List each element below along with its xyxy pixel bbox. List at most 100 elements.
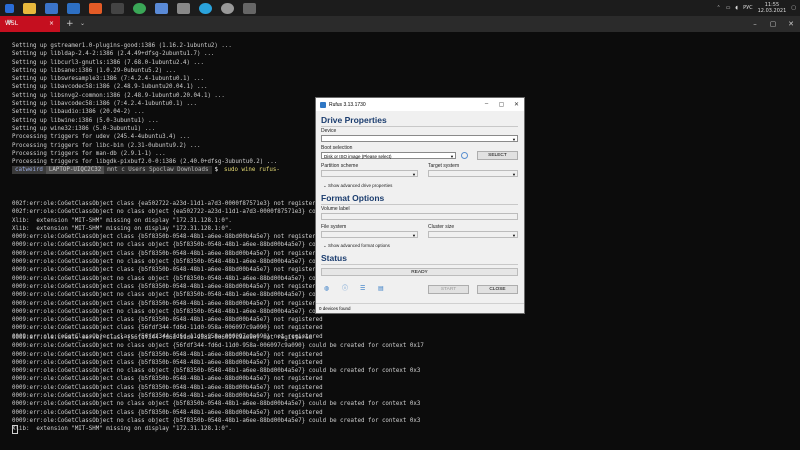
- chevron-down-icon: ▼: [450, 154, 454, 159]
- rufus-close-icon[interactable]: ✕: [509, 101, 524, 108]
- terminal-tab-bar: WSL × + ⌄ – ▢ ✕: [0, 16, 800, 32]
- status-heading: Status: [321, 253, 347, 263]
- tab-dropdown-icon[interactable]: ⌄: [80, 16, 85, 32]
- brave-browser-icon[interactable]: [89, 2, 102, 14]
- terminal-line: Setting up libldap-2.4-2:i386 (2.4.49+df…: [12, 51, 215, 58]
- cluster-size-label: Cluster size: [428, 224, 455, 230]
- photos-icon[interactable]: [155, 2, 168, 14]
- boot-selection-select[interactable]: Disk or ISO image (Please select) ▼: [321, 152, 456, 159]
- terminal-line: 0009:err:ole:CoGetClassObject no class o…: [12, 417, 421, 424]
- rufus-title: Rufus 3.13.1730: [329, 101, 366, 108]
- drive-properties-heading: Drive Properties: [321, 115, 387, 125]
- terminal-line: Setting up gstreamer1.0-plugins-good:i38…: [12, 43, 232, 49]
- store-icon[interactable]: [45, 2, 58, 14]
- shell-prompt: catweird LAPTOP-UIQC2C32 mnt c Users Spo…: [12, 166, 283, 174]
- rufus-window: Rufus 3.13.1730 – ▢ ✕ Drive Properties D…: [315, 97, 525, 314]
- volume-label-input[interactable]: [321, 213, 518, 220]
- network-icon[interactable]: ▭: [726, 5, 731, 11]
- settings-app-icon[interactable]: [177, 2, 190, 14]
- terminal-app-icon[interactable]: [111, 2, 124, 14]
- start-button[interactable]: START: [428, 285, 469, 294]
- prompt-path: mnt c Users Spoclaw Downloads: [104, 166, 212, 174]
- terminal-line: Setting up libsane:i386 (1.0.29-0ubuntu5…: [12, 67, 177, 74]
- terminal-line: 0009:err:ole:CoGetClassObject no class o…: [12, 401, 421, 408]
- status-bar: 0 devices found: [316, 303, 524, 313]
- prompt-symbol: $: [214, 167, 219, 173]
- rufus-maximize-icon[interactable]: ▢: [494, 101, 509, 108]
- active-app-icon[interactable]: [243, 2, 256, 14]
- chevron-down-icon: ▼: [412, 172, 416, 177]
- clock-date: 12.03.2021: [757, 8, 787, 14]
- cluster-size-select[interactable]: ▼: [428, 231, 518, 238]
- chevron-down-icon: ▼: [512, 137, 516, 142]
- terminal-line: 0009:err:ole:create_server class {56fdf3…: [12, 335, 313, 341]
- prompt-command: sudo wine rufus-: [224, 167, 280, 173]
- format-options-heading: Format Options: [321, 193, 385, 203]
- tray-chevron-icon[interactable]: ⌃: [716, 5, 720, 11]
- close-window-icon[interactable]: ✕: [782, 16, 800, 32]
- terminal-line: 0009:err:ole:CoGetClassObject class {b5f…: [12, 409, 323, 416]
- info-icon[interactable]: ⓘ: [342, 286, 349, 293]
- terminal-line: 0009:err:ole:CoGetClassObject class {b5f…: [12, 393, 323, 400]
- rufus-minimize-icon[interactable]: –: [479, 101, 494, 108]
- terminal-line: 0009:err:ole:CoGetClassObject no class o…: [12, 368, 421, 375]
- globe-icon[interactable]: ◍: [324, 286, 331, 293]
- device-label: Device: [321, 128, 337, 134]
- divider: [321, 264, 518, 265]
- partition-scheme-label: Partition scheme: [321, 163, 359, 169]
- terminal-line: 0009:err:ole:CoGetClassObject no class o…: [12, 343, 424, 350]
- chrome-icon[interactable]: [133, 2, 146, 14]
- chevron-down-icon: ▼: [512, 172, 516, 177]
- target-system-select[interactable]: ▼: [428, 170, 518, 177]
- mail-icon[interactable]: [67, 2, 80, 14]
- target-system-label: Target system: [428, 163, 460, 169]
- notifications-icon[interactable]: ▢: [791, 5, 796, 11]
- terminal-line: 0009:err:ole:CoGetClassObject class {56f…: [12, 325, 323, 332]
- gear-icon[interactable]: [221, 2, 234, 14]
- chevron-down-icon: ▼: [412, 233, 416, 238]
- terminal-line: Setting up libavcodec58:i386 (2.48.9-1ub…: [12, 84, 208, 91]
- terminal-line: 0009:err:ole:CoGetClassObject class {b5f…: [12, 376, 323, 383]
- device-select[interactable]: ▼: [321, 135, 518, 142]
- language-indicator[interactable]: РУС: [743, 5, 753, 11]
- divider: [321, 126, 518, 127]
- boot-selection-label: Boot selection: [321, 145, 353, 151]
- show-advanced-format-label: Show advanced format options: [328, 243, 390, 248]
- telegram-icon[interactable]: [199, 2, 212, 14]
- devices-found-text: 0 devices found: [319, 306, 351, 311]
- volume-label-label: Volume label: [321, 206, 350, 212]
- maximize-icon[interactable]: ▢: [764, 16, 782, 32]
- terminal-line: Setting up libcurl3-gnutls:i386 (7.68.0-…: [12, 59, 204, 66]
- chevron-down-icon: ▼: [512, 233, 516, 238]
- file-system-label: File system: [321, 224, 347, 230]
- file-explorer-icon[interactable]: [23, 2, 36, 14]
- terminal-line: 0009:err:ole:CoGetClassObject class {b5f…: [12, 384, 323, 391]
- terminal-line: 0009:err:ole:CoGetClassObject class {b5f…: [12, 317, 323, 324]
- close-button[interactable]: CLOSE: [477, 285, 518, 294]
- partition-scheme-select[interactable]: ▼: [321, 170, 418, 177]
- start-icon[interactable]: [5, 3, 14, 13]
- log-icon[interactable]: ▤: [378, 286, 385, 293]
- show-advanced-format-toggle[interactable]: ⌄ Show advanced format options: [323, 243, 390, 249]
- show-advanced-drive-toggle[interactable]: ⌄ Show advanced drive properties: [323, 183, 392, 189]
- terminal-output-bottom: 0009:err:ole:create_server class {56fdf3…: [12, 334, 432, 434]
- status-progress-bar: READY: [321, 268, 518, 276]
- select-button[interactable]: SELECT: [477, 151, 518, 160]
- file-system-select[interactable]: ▼: [321, 231, 418, 238]
- minimize-icon[interactable]: –: [746, 16, 764, 32]
- volume-icon[interactable]: ◖: [735, 5, 738, 11]
- show-advanced-drive-label: Show advanced drive properties: [328, 183, 393, 188]
- rufus-app-icon: [320, 101, 326, 108]
- terminal-line: Xlib: extension "MIT-SHM" missing on dis…: [12, 426, 232, 433]
- tab-close-icon[interactable]: ×: [49, 16, 54, 32]
- terminal-line: Setting up libswresample3:i386 (7:4.2.4-…: [12, 76, 204, 83]
- system-tray: ⌃ ▭ ◖ РУС 11:55 12.03.2021 ▢: [716, 2, 800, 14]
- clock[interactable]: 11:55 12.03.2021: [758, 2, 787, 14]
- hamburger-icon[interactable]: ≡: [6, 17, 13, 26]
- settings-icon[interactable]: ☰: [360, 286, 367, 293]
- rufus-titlebar: Rufus 3.13.1730 – ▢ ✕: [316, 98, 524, 111]
- check-icon[interactable]: [461, 152, 468, 159]
- terminal-line: 0009:err:ole:CoGetClassObject class {b5f…: [12, 351, 323, 358]
- new-tab-button[interactable]: +: [66, 16, 74, 32]
- terminal-cursor: [12, 425, 18, 434]
